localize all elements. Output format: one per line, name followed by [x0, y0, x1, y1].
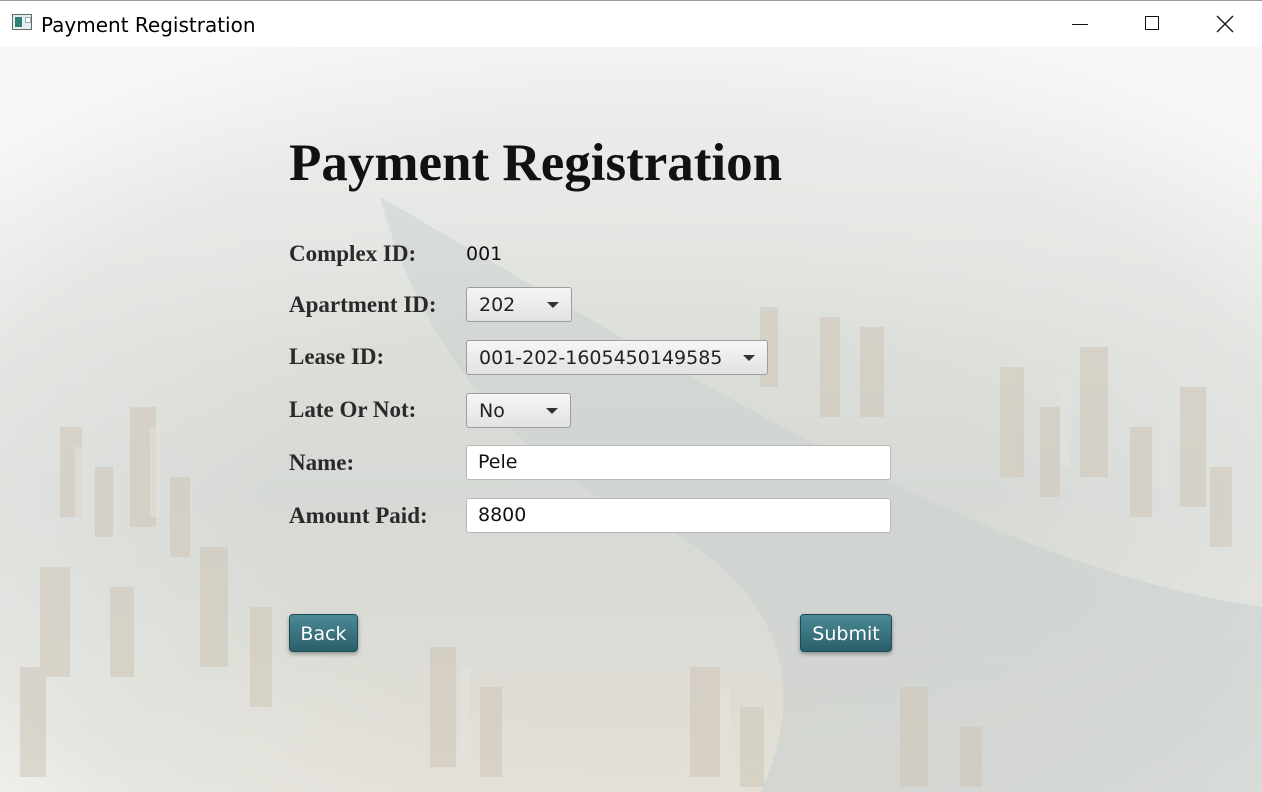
app-icon: [12, 14, 32, 30]
apartment-id-label: Apartment ID:: [289, 292, 437, 317]
apartment-id-selected: 202: [479, 294, 516, 316]
late-or-not-dropdown[interactable]: No: [466, 393, 571, 428]
maximize-button[interactable]: [1116, 1, 1188, 47]
minimize-button[interactable]: [1044, 1, 1116, 47]
late-or-not-selected: No: [479, 400, 505, 422]
maximize-icon: [1145, 16, 1159, 30]
amount-paid-field[interactable]: 8800: [466, 498, 891, 533]
complex-id-value: 001: [466, 243, 503, 265]
amount-paid-label: Amount Paid:: [289, 503, 428, 528]
submit-button[interactable]: Submit: [800, 614, 892, 652]
title-bar: Payment Registration: [0, 0, 1262, 47]
complex-id-label: Complex ID:: [289, 241, 417, 266]
name-field[interactable]: Pele: [466, 445, 891, 480]
name-label: Name:: [289, 450, 355, 475]
chevron-down-icon: [743, 355, 755, 361]
window-title: Payment Registration: [41, 13, 256, 37]
page-title: Payment Registration: [289, 134, 783, 192]
minimize-icon: [1072, 24, 1088, 25]
lease-id-selected: 001-202-1605450149585: [479, 347, 723, 369]
close-button[interactable]: [1188, 1, 1260, 47]
lease-id-label: Lease ID:: [289, 344, 385, 369]
chevron-down-icon: [547, 302, 559, 308]
form-panel: Payment Registration Complex ID: 001 Apa…: [0, 47, 1262, 792]
back-button[interactable]: Back: [289, 614, 358, 652]
late-or-not-label: Late Or Not:: [289, 397, 417, 422]
apartment-id-dropdown[interactable]: 202: [466, 287, 572, 322]
chevron-down-icon: [546, 408, 558, 414]
lease-id-dropdown[interactable]: 001-202-1605450149585: [466, 340, 768, 375]
close-icon: [1216, 15, 1234, 33]
